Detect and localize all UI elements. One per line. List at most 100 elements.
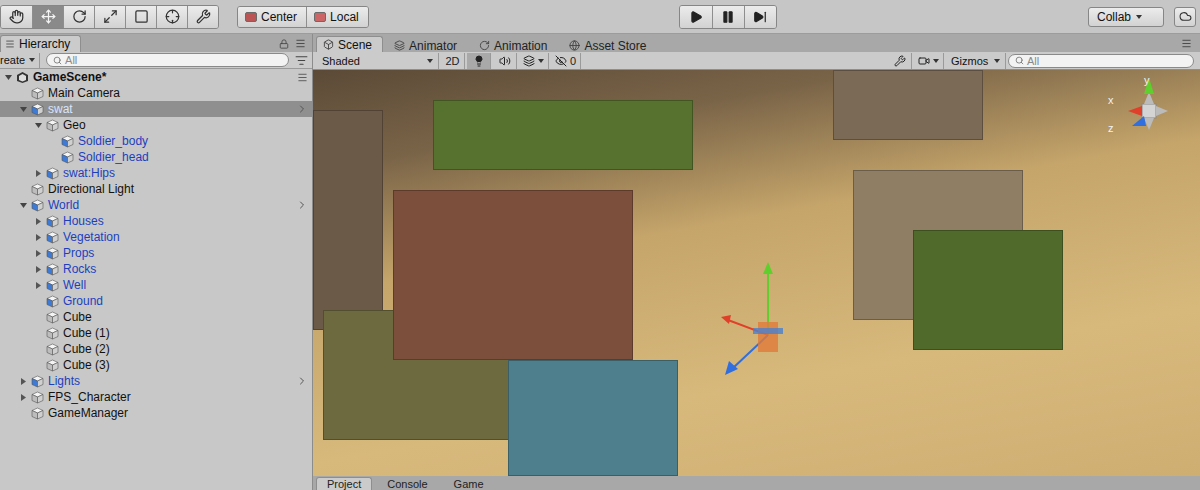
rect-tool-button[interactable] <box>125 6 156 28</box>
dropdown-caret-icon <box>1136 15 1142 19</box>
scene-viewport[interactable]: yxz <box>313 70 1200 476</box>
expand-arrow-icon[interactable] <box>34 217 43 226</box>
hierarchy-row[interactable]: Props <box>0 245 312 261</box>
gameobject-icon <box>46 311 59 324</box>
center-button[interactable]: Center <box>238 7 306 27</box>
hierarchy-row[interactable]: Well <box>0 277 312 293</box>
scale-icon <box>103 9 118 24</box>
collab-button[interactable]: Collab <box>1088 7 1164 27</box>
move-tool-button[interactable] <box>32 6 63 28</box>
orientation-gizmo[interactable]: yxz <box>1102 74 1186 152</box>
speaker-icon <box>499 55 511 67</box>
scene-search[interactable]: All <box>1008 54 1194 68</box>
collapse-arrow-icon[interactable] <box>19 105 28 114</box>
local-button[interactable]: Local <box>306 7 368 27</box>
transform-tool-button[interactable] <box>156 6 187 28</box>
scale-tool-button[interactable] <box>94 6 125 28</box>
scene-menu-icon[interactable] <box>297 72 308 83</box>
play-button[interactable] <box>680 6 712 28</box>
store-tab[interactable]: Asset Store <box>562 38 657 52</box>
shading-dropdown[interactable]: Shaded <box>317 53 439 69</box>
lighting-toggle[interactable] <box>467 53 491 69</box>
hierarchy-row[interactable]: Houses <box>0 213 312 229</box>
gameobject-icon <box>46 215 59 228</box>
audio-toggle[interactable] <box>493 53 517 69</box>
create-dropdown[interactable]: reate <box>0 53 40 68</box>
gameobject-icon <box>31 391 44 404</box>
hidden-objects-toggle[interactable]: 0 <box>551 53 581 69</box>
wall-shape <box>313 110 383 330</box>
step-button[interactable] <box>744 6 776 28</box>
move-icon <box>41 9 56 24</box>
pause-button[interactable] <box>712 6 744 28</box>
scene-tools-button[interactable] <box>888 53 912 69</box>
2d-toggle[interactable]: 2D <box>441 53 465 69</box>
bottom-tab[interactable]: Game <box>443 477 495 490</box>
hierarchy-row[interactable]: Geo <box>0 117 312 133</box>
hierarchy-row[interactable]: Vegetation <box>0 229 312 245</box>
x-axis[interactable]: x <box>1108 94 1142 116</box>
animator-tab[interactable]: Animator <box>387 38 468 52</box>
hierarchy-row[interactable]: Cube (2) <box>0 341 312 357</box>
hierarchy-row[interactable]: Main Camera <box>0 85 312 101</box>
expand-arrow-icon[interactable] <box>34 265 43 274</box>
hierarchy-row[interactable]: Soldier_body <box>0 133 312 149</box>
expand-arrow-icon[interactable] <box>34 169 43 178</box>
collapse-arrow-icon[interactable] <box>4 73 13 82</box>
hierarchy-row[interactable]: Cube (3) <box>0 357 312 373</box>
rotate-tool-button[interactable] <box>63 6 94 28</box>
open-prefab-icon[interactable] <box>296 103 308 115</box>
expand-arrow-icon[interactable] <box>19 393 28 402</box>
hierarchy-row[interactable]: Ground <box>0 293 312 309</box>
gameobject-icon <box>46 343 59 356</box>
collapse-arrow-icon[interactable] <box>34 121 43 130</box>
camera-dropdown[interactable] <box>914 53 944 69</box>
open-prefab-icon[interactable] <box>296 199 308 211</box>
asset-store-tab-icon <box>569 40 580 51</box>
bottom-tab[interactable]: Project <box>316 477 372 490</box>
hierarchy-search[interactable]: All <box>46 53 289 67</box>
rotate-icon <box>72 9 87 24</box>
expand-arrow-icon[interactable] <box>34 281 43 290</box>
unity-scene-icon <box>16 71 29 84</box>
cloud-icon <box>1179 10 1192 23</box>
filter-icon[interactable] <box>295 54 308 67</box>
hierarchy-row[interactable]: Cube <box>0 309 312 325</box>
cloud-button[interactable] <box>1174 7 1196 27</box>
effects-dropdown[interactable] <box>519 53 549 69</box>
hierarchy-row[interactable]: Lights <box>0 373 312 389</box>
animation-tab[interactable]: Animation <box>472 38 558 52</box>
hierarchy-row[interactable]: FPS_Character <box>0 389 312 405</box>
hierarchy-row[interactable]: Rocks <box>0 261 312 277</box>
expand-arrow-icon[interactable] <box>34 233 43 242</box>
svg-text:z: z <box>1108 122 1114 134</box>
hierarchy-tab[interactable]: Hierarchy <box>0 35 81 52</box>
hierarchy-row[interactable]: swat:Hips <box>0 165 312 181</box>
hierarchy-row[interactable]: Directional Light <box>0 181 312 197</box>
y-axis[interactable]: y <box>1144 74 1154 94</box>
hand-tool-button[interactable] <box>1 6 32 28</box>
step-icon <box>753 10 767 24</box>
open-prefab-icon[interactable] <box>296 375 308 387</box>
custom-tool-button[interactable] <box>187 6 218 28</box>
move-gizmo[interactable] <box>713 260 823 390</box>
z-axis[interactable]: z <box>1108 116 1146 134</box>
hierarchy-row[interactable]: Cube (1) <box>0 325 312 341</box>
lightbulb-icon <box>473 55 485 67</box>
hierarchy-toolbar: reate All <box>0 52 312 69</box>
expand-arrow-icon[interactable] <box>34 249 43 258</box>
panel-menu-icon[interactable] <box>1181 38 1192 49</box>
collapse-arrow-icon[interactable] <box>19 201 28 210</box>
hierarchy-row[interactable]: World <box>0 197 312 213</box>
scene-tab[interactable]: Scene <box>316 36 383 52</box>
lock-icon[interactable] <box>279 39 289 49</box>
animation-tab-icon <box>479 40 490 51</box>
gizmos-dropdown[interactable]: Gizmos <box>946 53 1006 69</box>
bottom-tab[interactable]: Console <box>376 477 438 490</box>
hierarchy-row[interactable]: GameManager <box>0 405 312 421</box>
hierarchy-row[interactable]: Soldier_head <box>0 149 312 165</box>
hierarchy-row[interactable]: GameScene* <box>0 69 312 85</box>
hierarchy-row[interactable]: swat <box>0 101 312 117</box>
menu-icon[interactable] <box>295 38 306 49</box>
expand-arrow-icon[interactable] <box>19 377 28 386</box>
